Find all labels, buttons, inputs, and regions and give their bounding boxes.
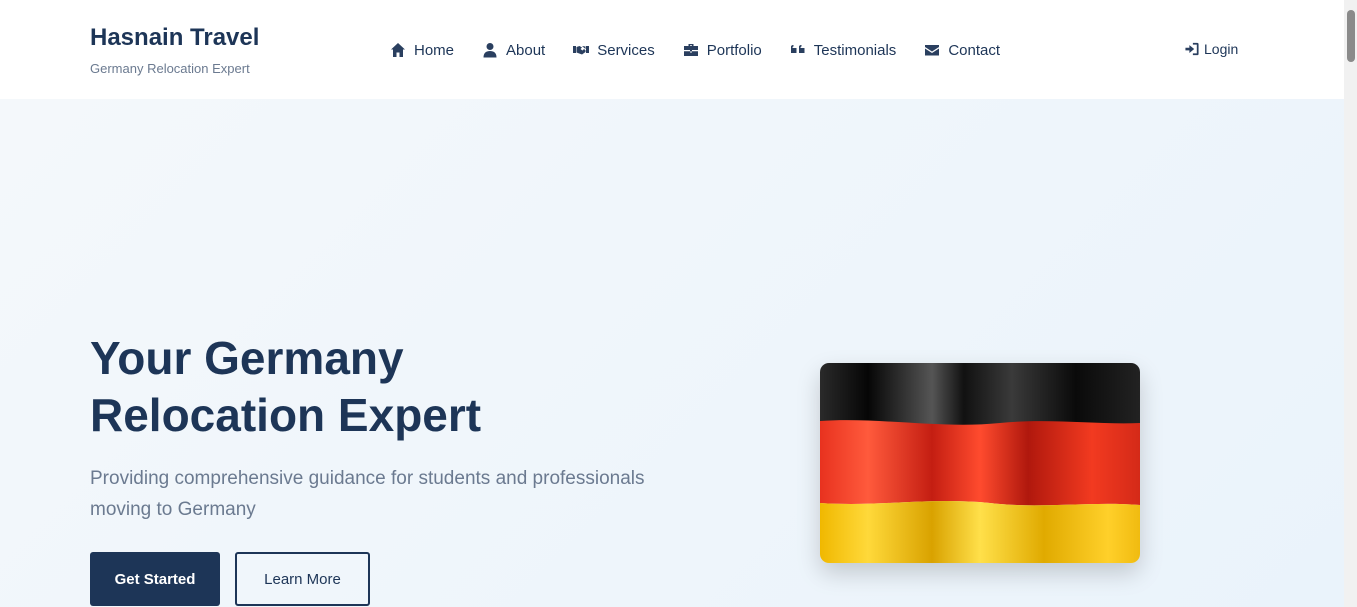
site-header: Hasnain Travel Germany Relocation Expert…: [0, 0, 1344, 99]
home-icon: [391, 43, 405, 57]
page-scrollbar[interactable]: [1344, 0, 1357, 607]
nav-label-about: About: [506, 41, 546, 59]
nav-item-services[interactable]: Services: [573, 42, 655, 59]
login-link[interactable]: Login: [1185, 41, 1238, 57]
sign-in-icon: [1185, 42, 1199, 56]
nav-item-contact[interactable]: Contact: [924, 42, 1000, 59]
main-nav: Home About Services Portfolio Testimonia…: [390, 39, 1028, 61]
flag-gold-band: [820, 501, 1140, 563]
nav-label-testimonials: Testimonials: [813, 41, 897, 59]
germany-flag-image: [820, 363, 1140, 563]
get-started-button[interactable]: Get Started: [90, 552, 220, 606]
learn-more-button[interactable]: Learn More: [235, 552, 370, 606]
handshake-icon: [573, 46, 590, 55]
nav-label-portfolio: Portfolio: [706, 41, 762, 59]
nav-item-about[interactable]: About: [482, 42, 545, 59]
envelope-icon: [925, 45, 940, 56]
login-label: Login: [1204, 41, 1239, 57]
briefcase-icon: [683, 44, 698, 56]
nav-item-home[interactable]: Home: [390, 42, 454, 59]
nav-label-home: Home: [414, 41, 455, 59]
brand-title[interactable]: Hasnain Travel: [90, 24, 259, 52]
nav-item-portfolio[interactable]: Portfolio: [683, 42, 762, 59]
hero-subtitle: Providing comprehensive guidance for stu…: [90, 468, 645, 520]
flag-red-band: [820, 420, 1140, 506]
brand-subtitle: Germany Relocation Expert: [90, 61, 250, 76]
hero-title: Your Germany Relocation Expert: [90, 332, 482, 441]
user-icon: [483, 43, 497, 58]
nav-item-testimonials[interactable]: Testimonials: [790, 41, 897, 59]
scrollbar-thumb[interactable]: [1347, 10, 1355, 62]
quote-icon: [790, 45, 805, 53]
nav-label-services: Services: [597, 41, 655, 59]
nav-label-contact: Contact: [948, 41, 1001, 59]
flag-black-band: [820, 363, 1140, 425]
